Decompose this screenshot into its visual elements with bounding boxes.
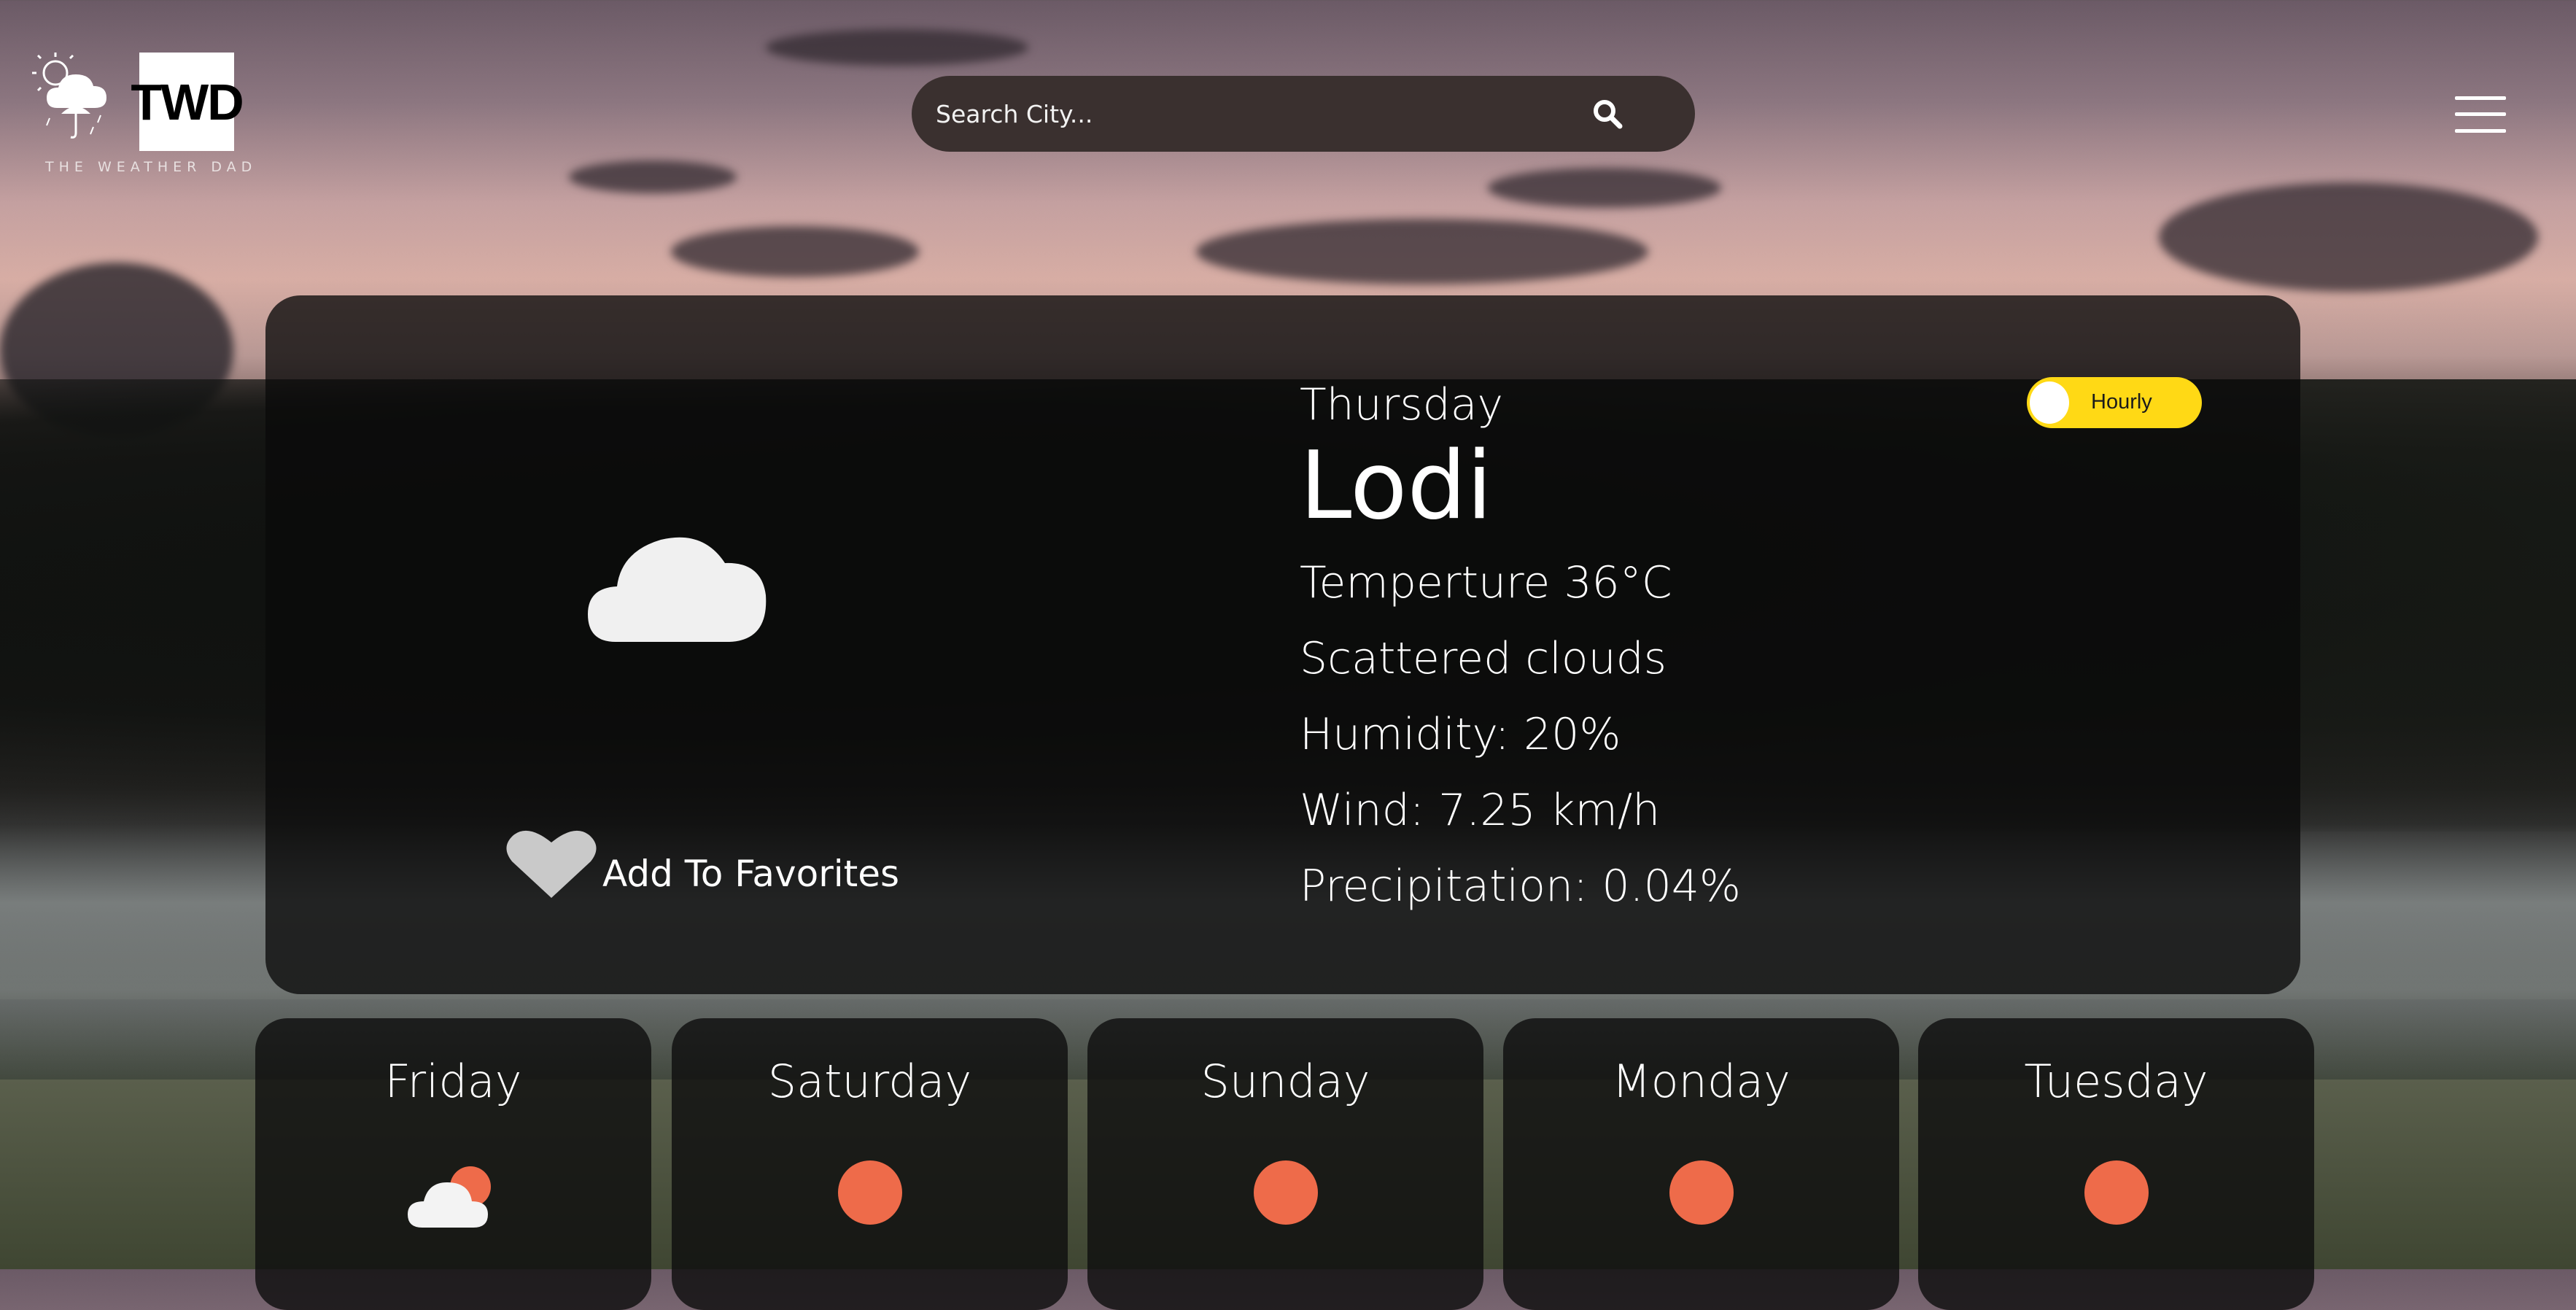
current-weather-details: Thursday Lodi Temperture 36°C Scattered … <box>1300 379 1741 912</box>
logo[interactable]: TWD THE WEATHER DAD <box>28 51 252 182</box>
hamburger-menu-button[interactable] <box>2455 96 2506 133</box>
sun-behind-cloud-icon <box>407 1166 491 1228</box>
menu-bar-icon <box>2455 96 2506 100</box>
sun-icon <box>1253 1160 1318 1225</box>
forecast-day: Friday <box>384 1055 522 1108</box>
condition-text: Scattered clouds <box>1300 633 1667 685</box>
hourly-toggle[interactable]: Hourly <box>2027 377 2202 428</box>
humidity-text: Humidity: 20% <box>1300 709 1621 761</box>
logo-tagline: THE WEATHER DAD <box>45 159 257 175</box>
current-weather-card: Add To Favorites Thursday Lodi Tempertur… <box>265 295 2300 994</box>
current-day: Thursday <box>1300 379 1503 430</box>
forecast-card-monday[interactable]: Monday <box>1503 1018 1899 1310</box>
add-to-favorites-button[interactable]: Add To Favorites <box>506 828 899 899</box>
forecast-card-tuesday[interactable]: Tuesday <box>1918 1018 2314 1310</box>
wind-text: Wind: 7.25 km/h <box>1300 785 1661 837</box>
forecast-day: Monday <box>1612 1055 1791 1108</box>
search-button[interactable] <box>1564 76 1651 152</box>
forecast-day: Sunday <box>1200 1055 1370 1108</box>
forecast-card-saturday[interactable]: Saturday <box>672 1018 1068 1310</box>
forecast-day: Saturday <box>767 1055 972 1108</box>
sun-icon <box>837 1160 902 1225</box>
city-name: Lodi <box>1300 432 1493 540</box>
toggle-knob <box>2030 381 2069 424</box>
sun-icon <box>2084 1160 2149 1225</box>
weather-logo-icon <box>32 53 106 139</box>
precipitation-text: Precipitation: 0.04% <box>1300 861 1741 912</box>
search-bar <box>912 75 1695 152</box>
search-icon <box>1594 100 1623 129</box>
forecast-card-sunday[interactable]: Sunday <box>1087 1018 1483 1310</box>
cloud-icon <box>588 537 767 642</box>
add-to-favorites-label: Add To Favorites <box>602 853 900 895</box>
heart-icon <box>506 830 597 898</box>
search-input[interactable] <box>912 75 1564 152</box>
sun-icon <box>1669 1160 1734 1225</box>
hourly-toggle-label: Hourly <box>2091 390 2152 414</box>
temperature-text: Temperture 36°C <box>1300 557 1672 609</box>
forecast-day: Tuesday <box>2024 1055 2208 1108</box>
menu-bar-icon <box>2455 112 2506 116</box>
logo-wordmark: TWD <box>131 53 244 151</box>
forecast-card-friday[interactable]: Friday <box>255 1018 651 1310</box>
menu-bar-icon <box>2455 129 2506 133</box>
